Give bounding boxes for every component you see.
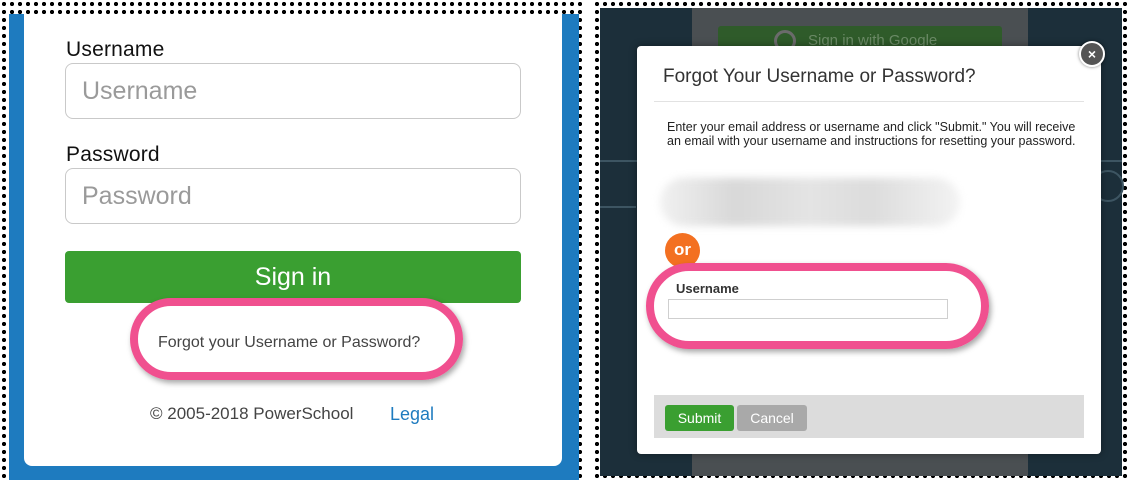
forgot-credentials-modal	[637, 46, 1101, 454]
sign-in-button[interactable]: Sign in	[65, 251, 521, 303]
username-label: Username	[66, 38, 165, 61]
background-line	[600, 206, 636, 208]
blurred-email-field	[660, 178, 960, 226]
modal-username-input[interactable]	[668, 299, 948, 319]
modal-divider	[654, 101, 1084, 102]
cancel-button[interactable]: Cancel	[737, 405, 807, 431]
modal-description: Enter your email address or username and…	[667, 120, 1076, 148]
password-input[interactable]	[65, 168, 521, 224]
username-input[interactable]	[65, 63, 521, 119]
copyright-text: © 2005-2018 PowerSchool	[150, 404, 354, 423]
modal-title: Forgot Your Username or Password?	[663, 66, 976, 87]
modal-username-label: Username	[676, 281, 739, 296]
forgot-credentials-link[interactable]: Forgot your Username or Password?	[158, 334, 420, 352]
password-label: Password	[66, 143, 160, 166]
close-icon[interactable]: ×	[1079, 41, 1105, 67]
legal-link[interactable]: Legal	[390, 404, 434, 425]
submit-button[interactable]: Submit	[665, 405, 734, 431]
